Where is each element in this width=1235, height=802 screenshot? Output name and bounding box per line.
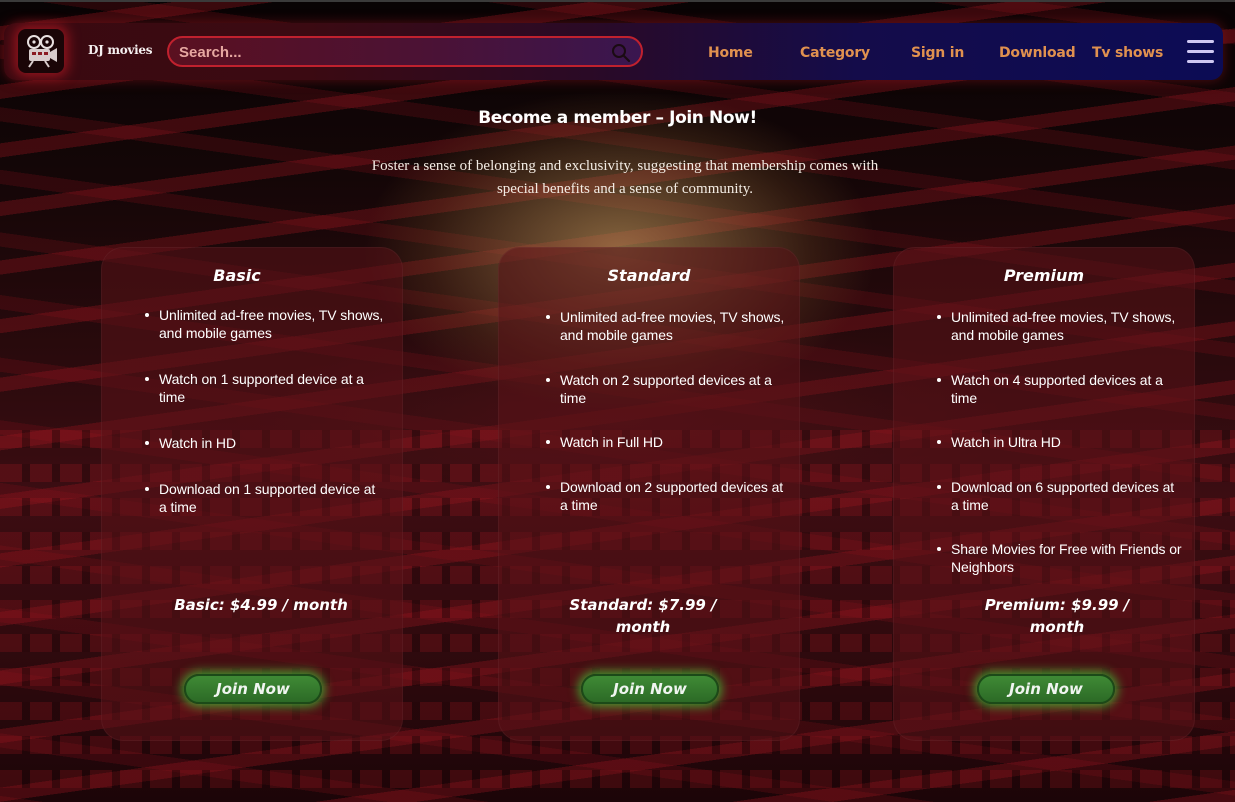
film-camera-icon xyxy=(27,35,57,68)
plan-feature: Download on 1 supported device at a time xyxy=(145,480,385,516)
nav-link-sign-in[interactable]: Sign in xyxy=(911,45,964,61)
plan-feature: Download on 6 supported devices at a tim… xyxy=(937,478,1182,514)
search-bar xyxy=(167,36,643,67)
plan-title: Premium xyxy=(1003,266,1085,285)
nav-link-download[interactable]: Download xyxy=(999,45,1076,61)
plan-feature: Unlimited ad-free movies, TV shows, and … xyxy=(937,308,1182,344)
plan-price: Basic: $4.99 / month xyxy=(174,596,348,614)
plan-card-premium: Premium Unlimited ad-free movies, TV sho… xyxy=(893,247,1195,741)
plan-feature: Watch in HD xyxy=(145,434,236,452)
plan-feature: Watch on 1 supported device at a time xyxy=(145,370,385,406)
search-input[interactable] xyxy=(179,42,599,62)
plan-feature: Unlimited ad-free movies, TV shows, and … xyxy=(145,306,385,342)
join-now-button[interactable]: Join Now xyxy=(184,674,322,704)
brand-name[interactable]: DJ movies xyxy=(88,43,152,57)
navbar: DJ movies Home Category Sign in Download… xyxy=(4,23,1223,80)
plan-feature: Watch on 2 supported devices at a time xyxy=(546,371,786,407)
top-border xyxy=(0,0,1235,2)
plan-title: Basic xyxy=(213,266,261,285)
search-icon[interactable] xyxy=(611,43,631,63)
plan-feature: Download on 2 supported devices at a tim… xyxy=(546,478,786,514)
nav-link-home[interactable]: Home xyxy=(708,45,753,61)
plan-card-standard: Standard Unlimited ad-free movies, TV sh… xyxy=(498,247,800,741)
plan-title: Standard xyxy=(607,266,691,285)
logo[interactable] xyxy=(18,29,64,73)
page-subtitle: Foster a sense of belonging and exclusiv… xyxy=(371,158,879,197)
plan-feature: Unlimited ad-free movies, TV shows, and … xyxy=(546,308,786,344)
plan-feature: Share Movies for Free with Friends or Ne… xyxy=(937,540,1182,576)
join-now-button[interactable]: Join Now xyxy=(581,674,719,704)
plan-feature: Watch on 4 supported devices at a time xyxy=(937,371,1182,407)
plan-feature: Watch in Full HD xyxy=(546,433,663,451)
page-title: Become a member – Join Now! xyxy=(478,108,757,128)
plan-price: Premium: $9.99 / month xyxy=(984,596,1130,636)
join-now-button[interactable]: Join Now xyxy=(977,674,1115,704)
nav-link-tv-shows[interactable]: Tv shows xyxy=(1092,45,1163,61)
plan-feature: Watch in Ultra HD xyxy=(937,433,1061,451)
hamburger-menu-icon[interactable] xyxy=(1187,38,1215,66)
plan-price: Standard: $7.99 / month xyxy=(569,596,717,636)
plan-card-basic: Basic Unlimited ad-free movies, TV shows… xyxy=(101,247,403,741)
nav-link-category[interactable]: Category xyxy=(800,45,870,61)
